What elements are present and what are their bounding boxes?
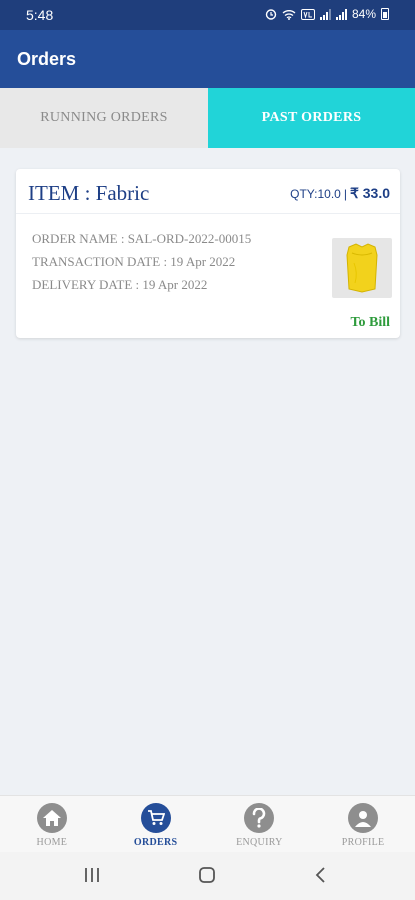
nav-orders[interactable]: ORDERS [104,796,208,852]
tab-past-orders[interactable]: PAST ORDERS [208,88,415,148]
battery-percent: 84% [351,7,376,21]
back-icon[interactable] [314,866,328,889]
signal-icon [335,8,347,20]
transaction-date: TRANSACTION DATE : 19 Apr 2022 [32,254,236,269]
tab-running-orders[interactable]: RUNNING ORDERS [0,88,208,148]
qty-price: QTY:10.0 | ₹ 33.0 [290,185,390,202]
order-qty: QTY:10.0 [290,187,341,201]
item-thumbnail [332,238,392,298]
qty-price-separator: | [343,187,347,201]
page-title: Orders [17,49,77,69]
nav-profile-label: PROFILE [341,837,385,848]
bottom-nav: HOME ORDERS ENQUIRY PROFILE [0,795,415,852]
alarm-icon [265,9,277,20]
nav-enquiry[interactable]: ENQUIRY [208,796,312,852]
order-status[interactable]: To Bill [350,315,390,331]
home-button-icon[interactable] [198,866,216,889]
nav-orders-label: ORDERS [133,837,178,848]
question-icon [244,803,275,833]
home-icon [36,803,67,833]
order-price: ₹ 33.0 [349,185,390,201]
cart-icon [140,803,171,833]
recent-apps-icon[interactable] [84,866,100,889]
item-title: ITEM : Fabric [28,181,150,205]
nav-enquiry-label: ENQUIRY [236,837,283,848]
nav-home-label: HOME [36,837,68,848]
nav-profile[interactable]: PROFILE [311,796,415,852]
nav-home[interactable]: HOME [0,796,104,852]
person-icon [348,803,379,833]
delivery-date: DELIVERY DATE : 19 Apr 2022 [32,277,208,292]
order-name: ORDER NAME : SAL-ORD-2022-00015 [32,231,252,246]
wifi-icon [282,9,296,20]
yellow-bag-image [346,243,378,293]
order-tabs: RUNNING ORDERS PAST ORDERS [0,88,415,148]
order-card-header: ITEM : Fabric QTY:10.0 | ₹ 33.0 [16,169,400,214]
volte-icon [300,8,315,20]
status-icons: 84% [265,7,389,21]
status-time: 5:48 [26,7,54,23]
battery-icon [381,8,389,20]
signal-icon [319,8,331,20]
system-nav-bar [0,852,415,900]
order-card[interactable]: ITEM : Fabric QTY:10.0 | ₹ 33.0 ORDER NA… [16,169,400,338]
app-bar: Orders [0,30,415,88]
status-bar: 5:48 84% [0,0,415,30]
